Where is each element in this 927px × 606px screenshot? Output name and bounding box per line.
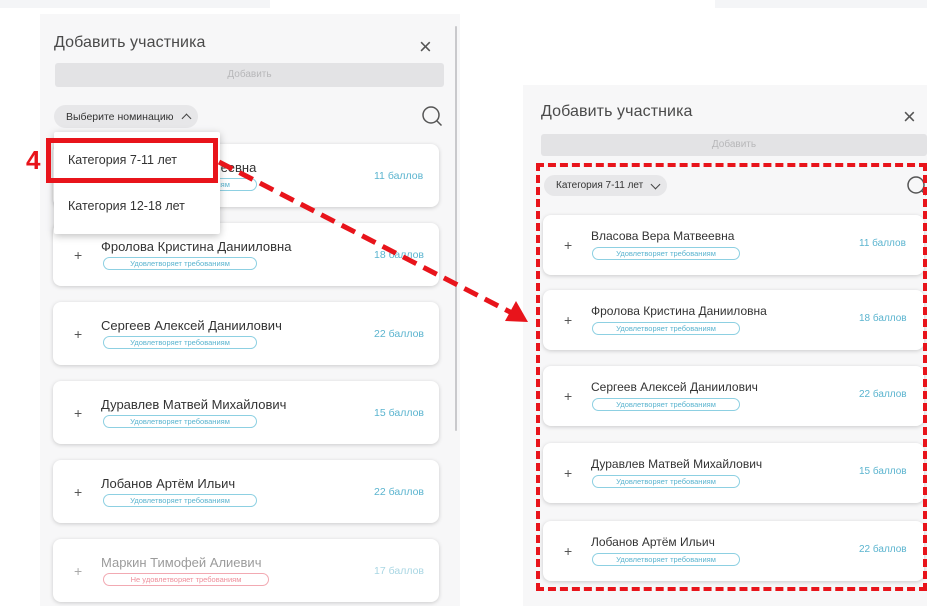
- pointer-arrow: [217, 159, 528, 322]
